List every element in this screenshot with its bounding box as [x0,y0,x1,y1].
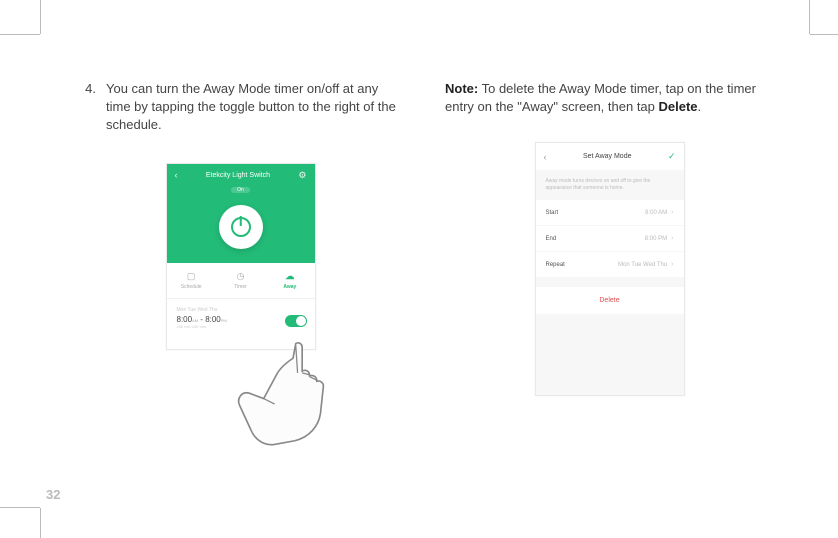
chevron-right-icon: › [671,235,673,242]
entry-days: Mon Tue Wed Thu [177,307,305,313]
row-start[interactable]: Start 8:00 AM › [536,200,684,225]
row-label: Repeat [546,262,565,268]
row-label: End [546,236,557,242]
power-button[interactable] [219,205,263,249]
row-label: Start [546,210,559,216]
chevron-right-icon: › [671,261,673,268]
away-icon: ☁ [265,271,314,282]
calendar-icon: ▢ [167,271,216,282]
phone-screenshot-away-list: ‹ Etekcity Light Switch ⚙ On ▢ Schedule [166,163,316,350]
row-value: 8:00 PM [645,236,667,242]
page-number: 32 [46,487,60,502]
tab-schedule[interactable]: ▢ Schedule [167,271,216,290]
delete-button[interactable]: Delete [536,287,684,314]
power-icon [231,217,251,237]
row-value: 8:00 AM [645,210,667,216]
device-status-pill: On [231,187,250,193]
right-column: Note: To delete the Away Mode timer, tap… [445,80,774,396]
phone-screenshot-set-away: ‹ Set Away Mode ✓ Away mode turns device… [535,142,685,396]
app-title: Etekcity Light Switch [178,172,299,179]
tab-timer[interactable]: ◷ Timer [216,271,265,290]
check-icon[interactable]: ✓ [668,151,676,162]
gear-icon[interactable]: ⚙ [298,170,306,181]
step-number: 4. [76,80,106,135]
pointing-hand-illustration [227,334,337,454]
note-label: Note: [445,81,478,96]
row-repeat[interactable]: Repeat Mon Tue Wed Thu › [536,252,684,277]
row-value: Mon Tue Wed Thu [618,262,667,268]
tab-bar: ▢ Schedule ◷ Timer ☁ Away [167,263,315,299]
back-icon[interactable]: ‹ [175,170,178,180]
left-column: 4. You can turn the Away Mode timer on/o… [76,80,405,396]
away-mode-description: Away mode turns devices on and off to gi… [536,170,684,200]
delete-action-word: Delete [659,99,698,114]
instruction-step-4: 4. You can turn the Away Mode timer on/o… [76,80,405,135]
tab-away[interactable]: ☁ Away [265,271,314,290]
step-text: You can turn the Away Mode timer on/off … [106,80,405,135]
screen-title: Set Away Mode [547,153,668,160]
away-toggle[interactable] [285,315,307,327]
note-paragraph: Note: To delete the Away Mode timer, tap… [445,80,774,116]
manual-page: 4. You can turn the Away Mode timer on/o… [40,34,810,508]
stopwatch-icon: ◷ [216,271,265,282]
row-end[interactable]: End 8:00 PM › [536,226,684,251]
chevron-right-icon: › [671,209,673,216]
